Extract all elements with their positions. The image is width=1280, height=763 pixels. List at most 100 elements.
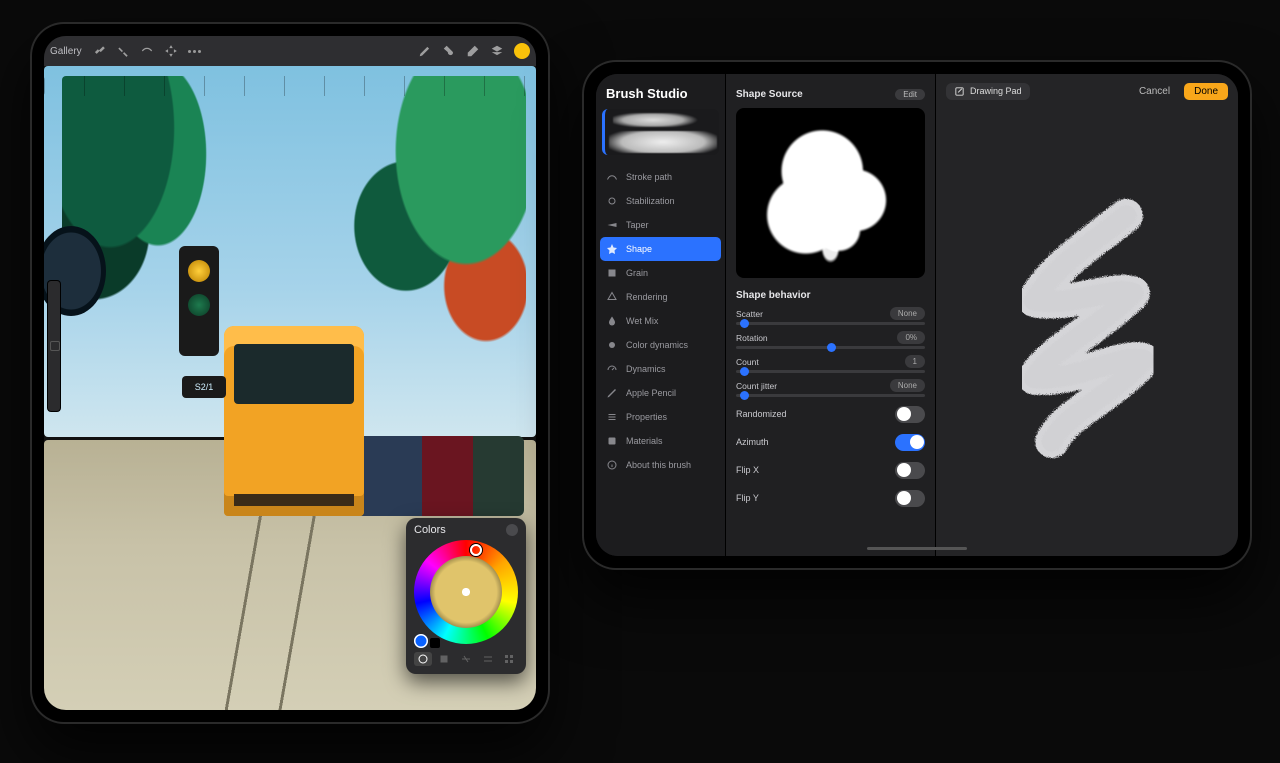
sidebar-item-label: Grain <box>626 268 648 278</box>
colors-panel[interactable]: Colors <box>406 518 526 674</box>
sidebar-item-wet-mix[interactable]: Wet Mix <box>596 309 725 333</box>
menu-dots-icon[interactable] <box>188 50 201 53</box>
mode-value-icon[interactable] <box>479 652 497 666</box>
brush-studio-title: Brush Studio <box>596 74 725 107</box>
close-icon[interactable] <box>506 524 518 536</box>
sidebar-item-apple-pencil[interactable]: Apple Pencil <box>596 381 725 405</box>
slider-thumb[interactable] <box>740 319 749 328</box>
sidebar-nav: Stroke path Stabilization Taper Shape Gr… <box>596 165 725 477</box>
artwork-traffic-light <box>179 246 219 356</box>
slider-value: None <box>890 307 925 320</box>
side-slider-rail[interactable] <box>48 281 60 411</box>
brush-preview-thumbnail[interactable] <box>602 109 719 155</box>
smudge-icon[interactable] <box>442 44 456 58</box>
colors-panel-title: Colors <box>414 524 446 536</box>
slider-label: Scatter <box>736 309 763 319</box>
color-wheel-cursor[interactable] <box>470 544 482 556</box>
path-icon <box>606 171 618 183</box>
procreate-canvas-app: S2/1 Gallery Colors <box>44 36 536 710</box>
mode-disc-icon[interactable] <box>414 652 432 666</box>
drop-icon <box>606 315 618 327</box>
slider-thumb[interactable] <box>740 391 749 400</box>
mode-palettes-icon[interactable] <box>500 652 518 666</box>
switch-flip-y: Flip Y <box>736 487 925 509</box>
sidebar-item-grain[interactable]: Grain <box>596 261 725 285</box>
switch-randomized: Randomized <box>736 403 925 425</box>
eraser-icon[interactable] <box>466 44 480 58</box>
layers-icon[interactable] <box>490 44 504 58</box>
primary-color-swatch[interactable] <box>414 634 428 648</box>
edit-square-icon <box>954 86 965 97</box>
rendering-icon <box>606 291 618 303</box>
sidebar-item-label: Wet Mix <box>626 316 658 326</box>
sidebar-item-shape[interactable]: Shape <box>600 237 721 261</box>
sidebar-item-label: Color dynamics <box>626 340 688 350</box>
sidebar-item-color-dynamics[interactable]: Color dynamics <box>596 333 725 357</box>
dynamics-icon <box>606 339 618 351</box>
info-icon <box>606 459 618 471</box>
pencil-icon <box>606 387 618 399</box>
switch-azimuth: Azimuth <box>736 431 925 453</box>
sidebar-item-stabilization[interactable]: Stabilization <box>596 189 725 213</box>
drawing-pad-chip[interactable]: Drawing Pad <box>946 83 1030 100</box>
mode-classic-icon[interactable] <box>436 652 454 666</box>
active-color-swatch[interactable] <box>514 43 530 59</box>
slider-label: Rotation <box>736 333 768 343</box>
toggle[interactable] <box>895 462 925 479</box>
slider-count[interactable]: Count1 <box>736 355 925 373</box>
toolbar-top: Gallery <box>44 36 536 66</box>
brush-icon[interactable] <box>418 44 432 58</box>
edit-button[interactable]: Edit <box>895 89 925 100</box>
artwork-rails <box>144 490 404 710</box>
home-indicator[interactable] <box>867 547 967 550</box>
shape-source-preview[interactable] <box>736 108 925 278</box>
slider-value: 1 <box>905 355 925 368</box>
slider-label: Count jitter <box>736 381 777 391</box>
transform-icon[interactable] <box>164 44 178 58</box>
drawing-pad-canvas[interactable] <box>936 108 1238 556</box>
brush-test-stroke <box>984 144 1195 525</box>
slider-thumb[interactable] <box>740 367 749 376</box>
shape-source-image <box>748 120 913 266</box>
sidebar-item-label: Shape <box>626 244 652 254</box>
mode-harmony-icon[interactable] <box>457 652 475 666</box>
sidebar-item-label: Stabilization <box>626 196 675 206</box>
artwork-sign: S2/1 <box>182 376 226 398</box>
sidebar-item-label: Rendering <box>626 292 668 302</box>
taper-icon <box>606 219 618 231</box>
sidebar-item-dynamics[interactable]: Dynamics <box>596 357 725 381</box>
speed-icon <box>606 363 618 375</box>
wrench-icon[interactable] <box>92 44 106 58</box>
materials-icon <box>606 435 618 447</box>
done-button[interactable]: Done <box>1184 83 1228 100</box>
sidebar-item-materials[interactable]: Materials <box>596 429 725 453</box>
secondary-color-swatch[interactable] <box>430 638 440 648</box>
color-wheel[interactable] <box>414 540 518 644</box>
color-picker-modes <box>414 652 518 666</box>
slider-value: 0% <box>897 331 925 344</box>
brush-studio-sidebar: Brush Studio Stroke path Stabilization T… <box>596 74 726 556</box>
toggle[interactable] <box>895 490 925 507</box>
sidebar-item-rendering[interactable]: Rendering <box>596 285 725 309</box>
brush-stroke-thick <box>609 131 717 153</box>
sidebar-item-properties[interactable]: Properties <box>596 405 725 429</box>
toggle[interactable] <box>895 434 925 451</box>
cancel-button[interactable]: Cancel <box>1133 84 1176 99</box>
toggle[interactable] <box>895 406 925 423</box>
grain-icon <box>606 267 618 279</box>
slider-count-jitter[interactable]: Count jitter None <box>736 379 925 397</box>
slider-value: None <box>890 379 925 392</box>
slider-scatter[interactable]: Scatter None <box>736 307 925 325</box>
list-icon <box>606 411 618 423</box>
adjust-icon[interactable] <box>116 44 130 58</box>
sidebar-item-label: About this brush <box>626 460 691 470</box>
sidebar-item-about[interactable]: About this brush <box>596 453 725 477</box>
sidebar-item-label: Taper <box>626 220 649 230</box>
slider-rotation[interactable]: Rotation 0% <box>736 331 925 349</box>
slider-thumb[interactable] <box>827 343 836 352</box>
sidebar-item-stroke-path[interactable]: Stroke path <box>596 165 725 189</box>
ipad-portrait: S2/1 Gallery Colors <box>30 22 550 724</box>
gallery-button[interactable]: Gallery <box>50 46 82 57</box>
selection-icon[interactable] <box>140 44 154 58</box>
sidebar-item-taper[interactable]: Taper <box>596 213 725 237</box>
